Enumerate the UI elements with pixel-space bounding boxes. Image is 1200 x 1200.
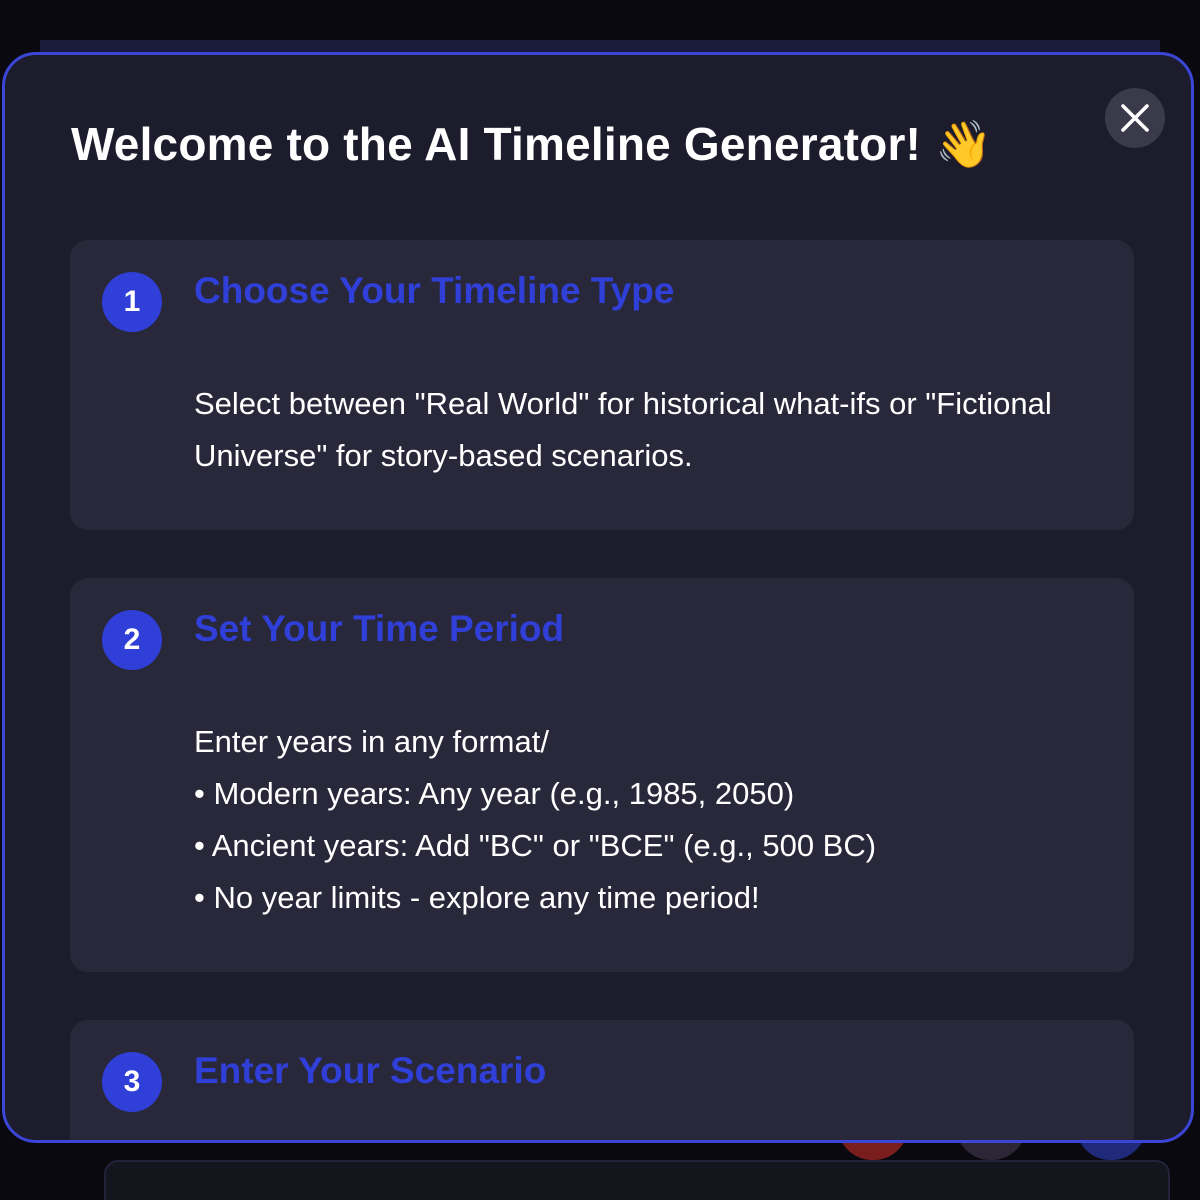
- background-panel: [104, 1160, 1170, 1200]
- step-title: Choose Your Timeline Type: [194, 270, 675, 311]
- step-description-line: • Ancient years: Add "BC" or "BCE" (e.g.…: [194, 828, 877, 863]
- welcome-modal: Welcome to the AI Timeline Generator! 👋 1…: [2, 52, 1194, 1143]
- step-number-badge: 2: [102, 610, 162, 670]
- step-number-badge: 3: [102, 1052, 162, 1112]
- step-description-line: Enter years in any format/: [194, 724, 549, 759]
- modal-title: Welcome to the AI Timeline Generator! 👋: [71, 117, 993, 172]
- step-description-line: • No year limits - explore any time peri…: [194, 880, 760, 915]
- step-card-2: 2 Set Your Time Period Enter years in an…: [70, 578, 1134, 972]
- close-button[interactable]: [1105, 88, 1165, 148]
- close-icon: [1120, 103, 1150, 133]
- step-card-3: 3 Enter Your Scenario: [70, 1020, 1134, 1140]
- step-number-badge: 1: [102, 272, 162, 332]
- step-description: Enter years in any format/ • Modern year…: [194, 716, 1099, 924]
- step-card-1: 1 Choose Your Timeline Type Select betwe…: [70, 240, 1134, 530]
- step-description: Select between "Real World" for historic…: [194, 386, 1052, 473]
- modal-title-text: Welcome to the AI Timeline Generator!: [71, 118, 922, 170]
- step-title: Enter Your Scenario: [194, 1050, 547, 1091]
- step-description-line: • Modern years: Any year (e.g., 1985, 20…: [194, 776, 795, 811]
- waving-hand-icon: 👋: [935, 118, 993, 170]
- step-title: Set Your Time Period: [194, 608, 565, 649]
